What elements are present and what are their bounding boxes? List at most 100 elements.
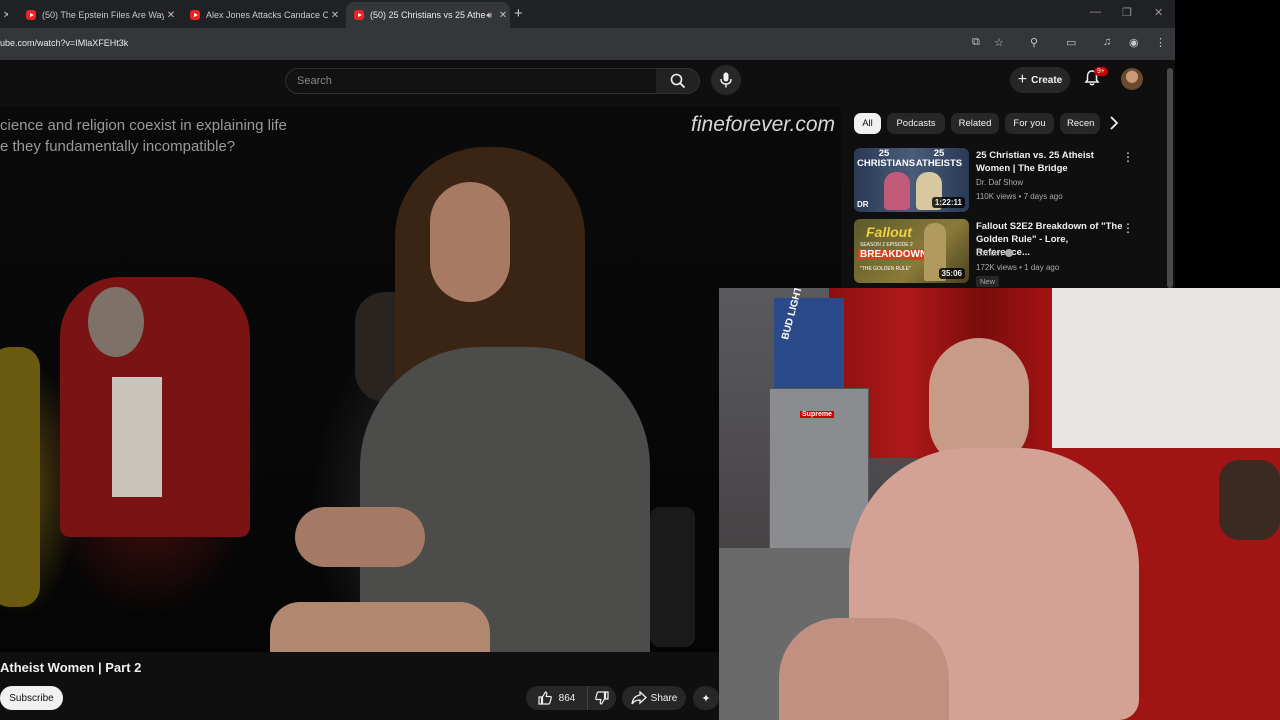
close-icon[interactable]: ✕ <box>164 10 178 21</box>
chevron-right-icon <box>1110 116 1119 130</box>
video-player[interactable]: cience and religion coexist in explainin… <box>0 107 841 652</box>
install-app-icon[interactable]: ⧉ <box>972 36 980 49</box>
thumbnail-text-fallout: Fallout <box>866 224 912 240</box>
more-options-icon[interactable]: ⋮ <box>1122 150 1134 164</box>
dislike-button[interactable] <box>587 686 616 710</box>
search-input[interactable]: Search <box>297 75 332 87</box>
recommendation-item[interactable]: 25 CHRISTIANS 25 ATHEISTS DR 1:22:11 25 … <box>854 148 1139 214</box>
new-badge: New <box>976 276 1000 287</box>
like-button[interactable]: 864 <box>526 686 586 710</box>
screen: { "tabs": [ {"title": "(50) The Epstein … <box>0 0 1280 720</box>
youtube-favicon-icon <box>190 10 200 20</box>
thumbnail-person-1 <box>884 172 910 210</box>
chair <box>650 507 695 647</box>
share-button[interactable]: Share <box>622 686 686 710</box>
tab-title: Alex Jones Attacks Candace Ow <box>206 10 328 20</box>
close-icon[interactable]: ✕ <box>496 10 510 21</box>
channel-name: Oxhorn <box>976 249 1003 258</box>
audience-member-shirt <box>112 377 162 497</box>
scrollbar-thumb[interactable] <box>1167 68 1173 288</box>
recommendation-channel[interactable]: Dr. Daf Show <box>976 178 1023 187</box>
tab-alex-jones[interactable]: Alex Jones Attacks Candace Ow ✕ <box>182 2 342 28</box>
fridge-sticker: Supreme <box>800 411 834 418</box>
caption-line-1: cience and religion coexist in explainin… <box>0 117 287 134</box>
webcam-overlay: BUD LIGHT Supreme <box>719 288 1280 720</box>
chrome-menu-icon[interactable]: ⋮ <box>1155 36 1166 49</box>
profile-icon[interactable]: ◉ <box>1129 36 1139 49</box>
person-arm <box>779 618 949 720</box>
extensions-icon[interactable]: ⚲ <box>1030 36 1038 49</box>
youtube-header: Search + Create 9+ <box>0 60 1165 105</box>
search-box[interactable]: Search <box>285 68 657 94</box>
subscribe-button[interactable]: Subscribe <box>0 686 63 710</box>
video-watermark: fineforever.com <box>691 113 835 136</box>
search-button[interactable] <box>656 68 700 94</box>
plus-icon: + <box>1017 71 1028 88</box>
thumbnail-text-golden-rule: "THE GOLDEN RULE" <box>860 266 911 272</box>
youtube-favicon-icon <box>354 10 364 20</box>
create-button[interactable]: + Create <box>1010 67 1070 93</box>
new-tab-button[interactable]: + <box>514 5 523 22</box>
tab-christians-vs-atheists[interactable]: (50) 25 Christians vs 25 Athe 🔊︎ ✕ <box>346 2 510 28</box>
chip-all[interactable]: All <box>854 113 881 134</box>
like-count: 864 <box>558 692 576 704</box>
thumbnail-text-episode: SEASON 2 EPISODE 2 <box>860 242 913 248</box>
speaker-hands <box>295 507 425 567</box>
thumbs-down-icon <box>595 691 609 705</box>
channel-logo-icon: DR <box>857 200 869 209</box>
window-close-button[interactable]: ✕ <box>1154 6 1163 19</box>
more-options-icon[interactable]: ⋮ <box>1122 221 1134 235</box>
tab-epstein-files[interactable]: (50) The Epstein Files Are Way M ✕ <box>18 2 178 28</box>
video-thumbnail[interactable]: 25 CHRISTIANS 25 ATHEISTS DR 1:22:11 <box>854 148 969 212</box>
share-icon <box>631 691 647 705</box>
white-wall <box>1052 288 1280 458</box>
bookmark-star-icon[interactable]: ☆ <box>994 36 1004 49</box>
account-avatar[interactable] <box>1121 68 1143 90</box>
thumbs-up-icon <box>538 691 552 705</box>
caption-line-2: e they fundamentally incompatible? <box>0 138 236 155</box>
audience-member-left-edge <box>0 347 40 607</box>
sparkle-icon: ✦ <box>701 692 711 705</box>
youtube-favicon-icon <box>26 10 36 20</box>
address-bar: ube.com/watch?v=IMlaXFEHt3k ⧉ ☆ ⚲ ▭ ♫ ◉ … <box>0 28 1175 60</box>
voice-search-button[interactable] <box>711 65 741 95</box>
chip-podcasts[interactable]: Podcasts <box>887 113 945 134</box>
recommendation-meta: 110K views • 7 days ago <box>976 192 1063 201</box>
sidepanel-icon[interactable]: ▭ <box>1066 36 1076 49</box>
audience-member-head <box>88 287 144 357</box>
thumbnail-text-christians: 25 CHRISTIANS <box>857 148 916 169</box>
search-icon <box>670 73 685 89</box>
tab-close-partial[interactable]: ✕ <box>0 2 8 28</box>
verified-icon <box>1005 249 1014 257</box>
recommendation-meta: 172K views • 1 day ago <box>976 263 1060 272</box>
video-duration: 1:22:11 <box>931 197 965 208</box>
microphone-icon <box>720 72 732 88</box>
speaker-knee <box>270 602 490 652</box>
thumbnail-text-breakdown: BREAKDOWN <box>858 249 930 260</box>
media-controls-icon[interactable]: ♫ <box>1103 36 1111 48</box>
create-label: Create <box>1031 74 1063 86</box>
pillow <box>1219 460 1280 540</box>
tab-title: (50) The Epstein Files Are Way M <box>42 10 164 20</box>
chip-recent[interactable]: Recen <box>1060 113 1100 134</box>
notification-badge: 9+ <box>1094 67 1108 76</box>
recommendation-item[interactable]: Fallout SEASON 2 EPISODE 2 BREAKDOWN "TH… <box>854 219 1139 287</box>
restore-button[interactable]: ❐ <box>1122 6 1132 19</box>
thumbnail-text-atheists: 25 ATHEISTS <box>915 148 963 169</box>
speaker-icon[interactable]: 🔊︎ <box>486 10 492 21</box>
url-field[interactable]: ube.com/watch?v=IMlaXFEHt3k <box>0 38 128 48</box>
close-icon[interactable]: ✕ <box>328 10 342 21</box>
sparkle-button[interactable]: ✦ <box>693 686 719 710</box>
close-icon[interactable]: ✕ <box>0 10 8 21</box>
video-caption: cience and religion coexist in explainin… <box>0 115 287 157</box>
like-dislike-group: 864 <box>526 686 616 710</box>
recommendation-channel[interactable]: Oxhorn <box>976 249 1014 258</box>
chips-next-button[interactable] <box>1109 116 1119 135</box>
share-label: Share <box>650 692 678 704</box>
tab-strip: ✕ (50) The Epstein Files Are Way M ✕ Ale… <box>0 0 1175 28</box>
minimize-button[interactable]: — <box>1090 6 1101 18</box>
chip-for-you[interactable]: For you <box>1005 113 1054 134</box>
video-thumbnail[interactable]: Fallout SEASON 2 EPISODE 2 BREAKDOWN "TH… <box>854 219 969 283</box>
recommendation-title[interactable]: 25 Christian vs. 25 Atheist Women | The … <box>976 149 1124 175</box>
chip-related[interactable]: Related <box>951 113 999 134</box>
